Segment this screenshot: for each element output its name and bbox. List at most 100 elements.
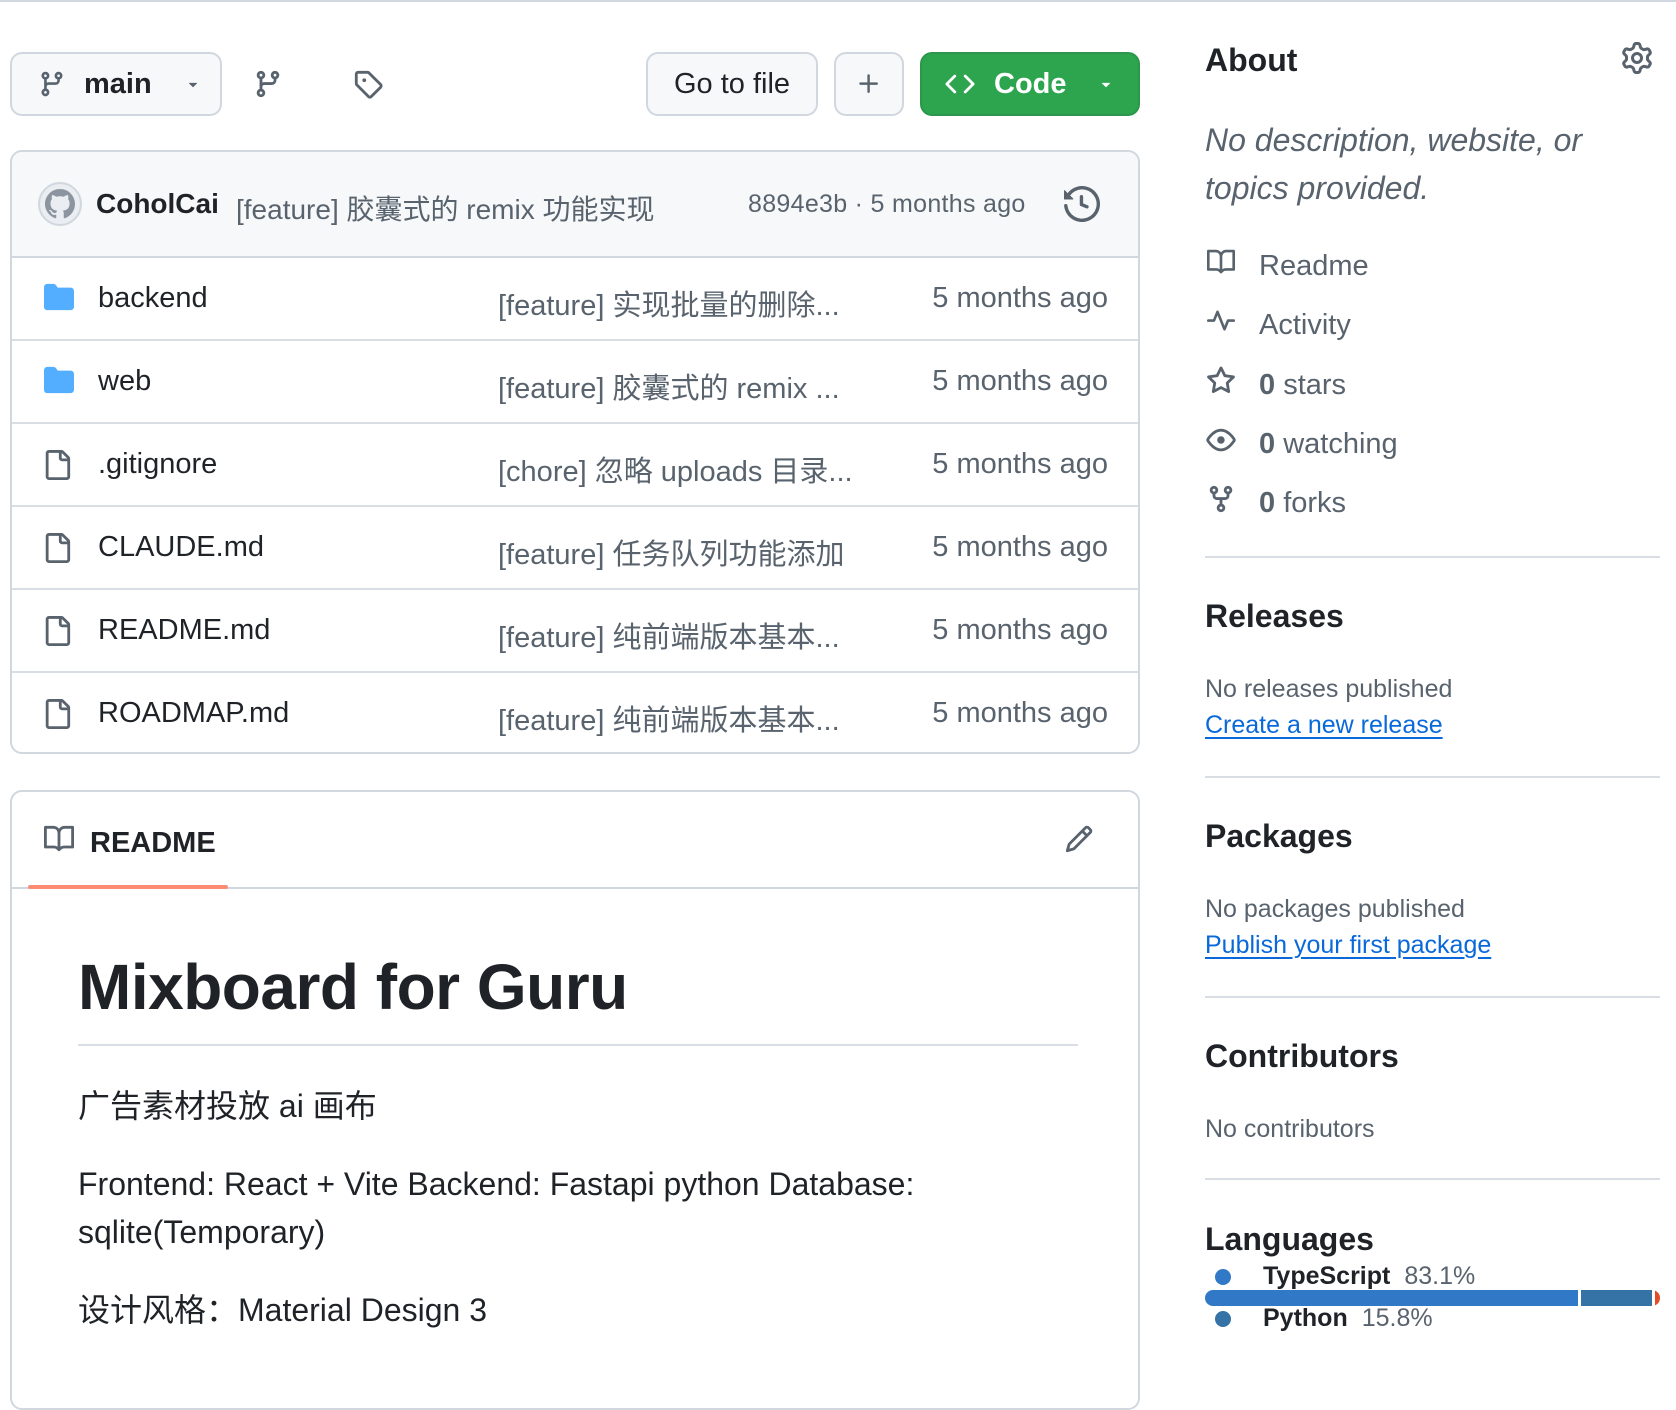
- tab-readme[interactable]: README: [42, 824, 216, 862]
- file-row[interactable]: README.md [feature] 纯前端版本基本... 5 months ag…: [12, 590, 1138, 673]
- file-row[interactable]: .gitignore [chore] 忽略 uploads 目录... 5 mont…: [12, 424, 1138, 507]
- language-item[interactable]: Python 15.8%: [1215, 1304, 1433, 1333]
- gear-icon[interactable]: [1621, 42, 1653, 79]
- language-name: Python: [1263, 1304, 1348, 1332]
- code-button-label: Code: [994, 67, 1067, 100]
- file-row[interactable]: ROADMAP.md [feature] 纯前端版本基本... 5 months a…: [12, 673, 1138, 752]
- forks-count: 0: [1259, 486, 1276, 519]
- book-icon: [42, 824, 76, 862]
- file-commit-age: 5 months ago: [932, 531, 1108, 563]
- contributors-title[interactable]: Contributors: [1205, 1038, 1399, 1075]
- active-tab-indicator: [28, 885, 228, 889]
- file-commit-message[interactable]: [feature] 任务队列功能添加: [498, 531, 844, 573]
- language-percent: 15.8%: [1361, 1304, 1433, 1332]
- language-percent: 83.1%: [1404, 1262, 1476, 1290]
- readme-paragraph: 设计风格：Material Design 3: [78, 1292, 488, 1328]
- file-list: CoholCai [feature] 胶囊式的 remix 功能实现 8894e…: [10, 150, 1140, 754]
- section-divider: [1205, 1178, 1660, 1180]
- commit-message[interactable]: [feature] 胶囊式的 remix 功能实现: [236, 188, 655, 228]
- stars-count: 0: [1259, 368, 1276, 401]
- book-icon: [1205, 248, 1237, 284]
- contributors-empty-text: No contributors: [1205, 1115, 1375, 1143]
- history-icon[interactable]: [1064, 185, 1101, 229]
- plus-icon: [856, 71, 882, 97]
- readme-link-label: Readme: [1259, 249, 1369, 282]
- code-button[interactable]: Code: [920, 52, 1140, 116]
- releases-title[interactable]: Releases: [1205, 598, 1344, 635]
- section-divider: [1205, 776, 1660, 778]
- go-to-file-button[interactable]: Go to file: [646, 52, 818, 116]
- readme-heading: Mixboard for Guru: [78, 950, 1078, 1046]
- file-name-link[interactable]: backend: [98, 282, 208, 315]
- top-divider: [0, 0, 1676, 2]
- star-icon: [1205, 366, 1237, 404]
- readme-paragraph: 广告素材投放 ai 画布: [78, 1088, 377, 1124]
- file-name-link[interactable]: README.md: [98, 614, 270, 647]
- file-commit-message[interactable]: [feature] 胶囊式的 remix ...: [498, 365, 840, 407]
- file-name-link[interactable]: web: [98, 365, 151, 398]
- readme-link[interactable]: Readme: [1205, 248, 1369, 284]
- forks-link[interactable]: 0 forks: [1205, 484, 1346, 522]
- branch-selector-button[interactable]: main: [10, 52, 222, 116]
- commit-author[interactable]: CoholCai: [96, 188, 219, 220]
- watching-link[interactable]: 0 watching: [1205, 425, 1398, 463]
- file-commit-age: 5 months ago: [932, 614, 1108, 646]
- file-commit-age: 5 months ago: [932, 448, 1108, 480]
- commit-hash-and-age[interactable]: 8894e3b · 5 months ago: [748, 190, 1026, 219]
- language-bar-segment[interactable]: [1581, 1290, 1653, 1306]
- language-name: TypeScript: [1263, 1262, 1391, 1290]
- publish-package-link[interactable]: Publish your first package: [1205, 931, 1491, 960]
- stars-label: stars: [1283, 368, 1347, 401]
- file-row[interactable]: backend [feature] 实现批量的删除... 5 months ago: [12, 258, 1138, 341]
- branch-label: main: [84, 67, 152, 100]
- file-icon: [42, 531, 72, 573]
- file-row[interactable]: web [feature] 胶囊式的 remix ... 5 months ago: [12, 341, 1138, 424]
- pencil-icon[interactable]: [1064, 824, 1094, 859]
- file-name-link[interactable]: ROADMAP.md: [98, 697, 289, 730]
- activity-link-label: Activity: [1259, 308, 1351, 341]
- releases-empty-text: No releases published: [1205, 675, 1453, 703]
- language-color-dot: [1215, 1268, 1231, 1285]
- tag-icon[interactable]: [346, 62, 390, 106]
- readme-panel: README Mixboard for Guru 广告素材投放 ai 画布 Fr…: [10, 790, 1140, 1410]
- git-branch-icon: [38, 69, 66, 99]
- folder-icon: [42, 365, 76, 403]
- readme-paragraph: Frontend: React + Vite Backend: Fastapi …: [78, 1166, 915, 1250]
- about-title: About: [1205, 42, 1298, 78]
- about-description: No description, website, or topics provi…: [1205, 122, 1583, 206]
- file-commit-age: 5 months ago: [932, 282, 1108, 314]
- avatar[interactable]: [38, 182, 82, 226]
- readme-tab-label: README: [90, 826, 216, 859]
- file-row[interactable]: CLAUDE.md [feature] 任务队列功能添加 5 months ago: [12, 507, 1138, 590]
- packages-title[interactable]: Packages: [1205, 818, 1353, 855]
- go-to-file-label: Go to file: [673, 67, 791, 100]
- pulse-icon: [1205, 307, 1237, 343]
- file-name-link[interactable]: .gitignore: [98, 448, 217, 481]
- file-commit-message[interactable]: [chore] 忽略 uploads 目录...: [498, 448, 853, 490]
- eye-icon: [1205, 425, 1237, 463]
- watching-label: watching: [1283, 427, 1398, 460]
- caret-down-icon: [1097, 75, 1115, 93]
- forks-label: forks: [1283, 486, 1347, 519]
- section-divider: [1205, 996, 1660, 998]
- file-commit-message[interactable]: [feature] 实现批量的删除...: [498, 282, 840, 324]
- file-commit-message[interactable]: [feature] 纯前端版本基本...: [498, 614, 840, 656]
- file-commit-age: 5 months ago: [932, 697, 1108, 729]
- folder-icon: [42, 282, 76, 320]
- language-item[interactable]: TypeScript 83.1%: [1215, 1262, 1475, 1291]
- readme-content: Mixboard for Guru 广告素材投放 ai 画布 Frontend:…: [78, 950, 1078, 1334]
- create-release-link[interactable]: Create a new release: [1205, 711, 1443, 740]
- file-name-link[interactable]: CLAUDE.md: [98, 531, 264, 564]
- stars-link[interactable]: 0 stars: [1205, 366, 1346, 404]
- activity-link[interactable]: Activity: [1205, 307, 1351, 343]
- latest-commit-bar: CoholCai [feature] 胶囊式的 remix 功能实现 8894e…: [12, 152, 1138, 258]
- add-file-button[interactable]: [834, 52, 904, 116]
- caret-down-icon: [184, 75, 202, 93]
- language-color-dot: [1215, 1310, 1231, 1327]
- file-commit-age: 5 months ago: [932, 365, 1108, 397]
- file-icon: [42, 697, 72, 739]
- languages-title: Languages: [1205, 1221, 1374, 1257]
- branches-link-icon[interactable]: [246, 62, 290, 106]
- file-commit-message[interactable]: [feature] 纯前端版本基本...: [498, 697, 840, 739]
- language-bar-segment[interactable]: [1655, 1290, 1660, 1306]
